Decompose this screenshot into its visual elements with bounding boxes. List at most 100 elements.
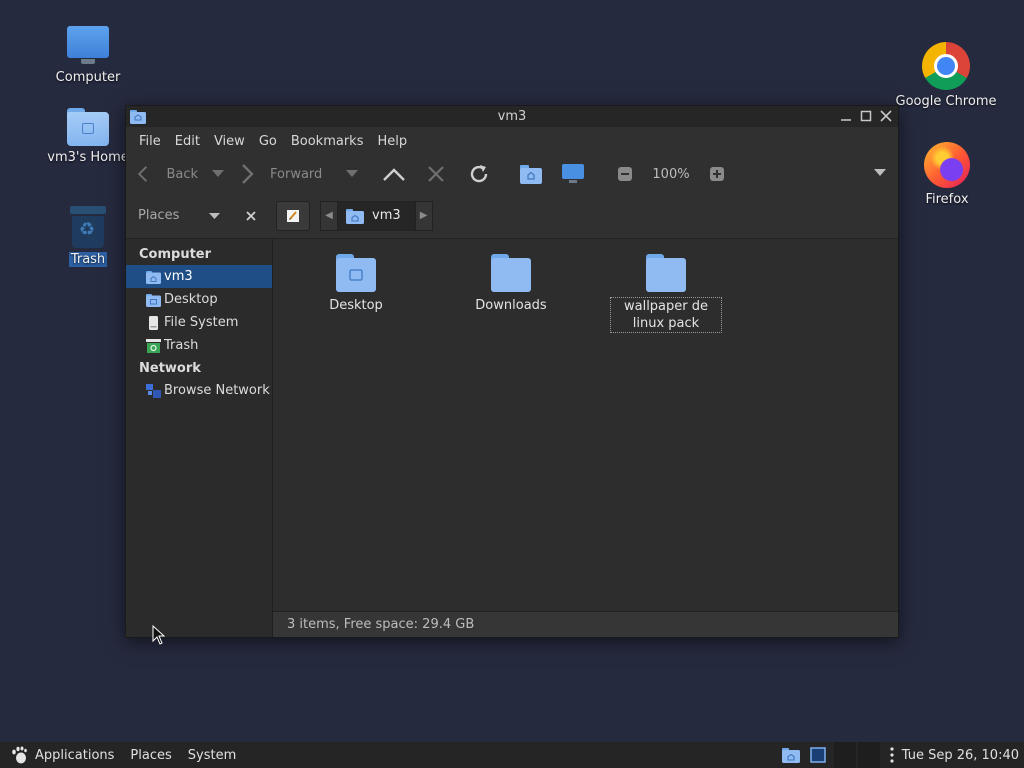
zoom-level: 100%	[652, 166, 690, 182]
firefox-icon	[924, 142, 970, 188]
file-item[interactable]: Desktop	[300, 251, 412, 314]
stop-icon	[428, 166, 444, 182]
file-name: Downloads	[475, 298, 547, 313]
breadcrumb-scroll-left[interactable]: ◀	[320, 200, 338, 231]
drive-icon	[149, 315, 158, 330]
sidebar-item-browse-network[interactable]: Browse Network	[126, 379, 272, 402]
home-folder-icon	[346, 208, 364, 224]
clock[interactable]: Tue Sep 26, 10:40	[898, 748, 1024, 763]
places-sidebar: Computer vm3 Desktop File System Trash N…	[126, 239, 273, 637]
close-button[interactable]	[877, 107, 894, 125]
network-icon	[146, 383, 161, 398]
breadcrumb-vm3[interactable]: vm3	[338, 200, 415, 231]
tray-menu-button[interactable]	[880, 747, 898, 763]
desktop-icon-home[interactable]: vm3's Home	[38, 106, 138, 165]
status-bar: 3 items, Free space: 29.4 GB	[273, 611, 898, 637]
desktop-icon-trash[interactable]: Trash	[38, 206, 138, 267]
menu-help[interactable]: Help	[370, 134, 414, 149]
location-bar: Places ◀ vm3 ▶	[126, 193, 898, 239]
toolbar-overflow-button[interactable]	[874, 169, 886, 177]
sidebar-item-label: Desktop	[164, 292, 218, 307]
forward-history-dropdown[interactable]	[338, 170, 366, 178]
stop-button[interactable]	[416, 165, 456, 183]
back-button[interactable]: Back	[136, 163, 198, 185]
applications-menu[interactable]: Applications	[0, 746, 122, 764]
desktop-icon-firefox[interactable]: Firefox	[897, 142, 997, 207]
workspace-2[interactable]	[857, 742, 880, 768]
home-button[interactable]	[510, 164, 552, 184]
zoom-out-button[interactable]	[606, 166, 644, 182]
up-arrow-icon	[383, 168, 405, 181]
desktop-folder-icon	[146, 293, 161, 307]
computer-button[interactable]	[552, 164, 594, 184]
file-item[interactable]: wallpaper de linux pack	[610, 251, 722, 333]
reload-button[interactable]	[456, 162, 502, 186]
up-button[interactable]	[372, 166, 416, 182]
sidebar-item-desktop[interactable]: Desktop	[126, 288, 272, 311]
forward-button[interactable]: Forward	[238, 163, 338, 185]
desktop-icon-label: Google Chrome	[895, 94, 997, 109]
desktop-icon-chrome[interactable]: Google Chrome	[896, 42, 996, 109]
reload-icon	[470, 165, 488, 183]
forward-arrow-icon	[242, 164, 254, 184]
home-folder-icon	[130, 110, 146, 124]
menu-edit[interactable]: Edit	[168, 134, 207, 149]
desktop-icon-label: Firefox	[925, 192, 969, 207]
sidebar-item-label: Browse Network	[164, 383, 270, 398]
places-menu[interactable]: Places	[122, 748, 179, 763]
home-folder-icon	[781, 748, 800, 763]
close-icon	[879, 110, 892, 122]
minimize-button[interactable]	[837, 107, 854, 125]
sidebar-heading-computer: Computer	[139, 247, 212, 262]
close-sidebar-icon[interactable]	[246, 210, 256, 221]
desktop-folder-icon	[336, 254, 376, 292]
chevron-down-icon	[212, 170, 224, 177]
file-view[interactable]: Desktop Downloads wallpaper de linux pac…	[273, 239, 898, 637]
back-history-dropdown[interactable]	[198, 170, 238, 178]
back-label: Back	[166, 166, 198, 182]
menu-bar: File Edit View Go Bookmarks Help	[126, 127, 898, 155]
trash-icon	[146, 338, 161, 353]
menu-view[interactable]: View	[207, 134, 252, 149]
minimize-icon	[840, 119, 851, 121]
menu-bookmarks[interactable]: Bookmarks	[284, 134, 371, 149]
workspace-1[interactable]	[833, 742, 856, 768]
task-file-manager[interactable]	[778, 747, 804, 763]
file-item[interactable]: Downloads	[455, 251, 567, 314]
places-selector[interactable]: Places	[126, 193, 272, 239]
menu-file[interactable]: File	[132, 134, 168, 149]
desktop-icon-computer[interactable]: Computer	[38, 26, 138, 85]
vertical-dots-icon	[890, 747, 894, 763]
breadcrumb-label: vm3	[372, 208, 401, 223]
file-name: Desktop	[329, 298, 383, 313]
zoom-out-icon	[618, 167, 632, 181]
sidebar-item-label: vm3	[164, 269, 193, 284]
sidebar-item-file-system[interactable]: File System	[126, 311, 272, 334]
chrome-icon	[922, 42, 970, 90]
trash-icon	[70, 206, 106, 248]
chevron-down-icon	[209, 212, 220, 219]
mouse-cursor-icon	[152, 625, 166, 645]
maximize-button[interactable]	[857, 107, 874, 125]
toggle-location-entry-button[interactable]	[276, 200, 310, 231]
zoom-in-button[interactable]	[698, 166, 736, 182]
desktop-icon-label: Computer	[55, 70, 121, 85]
chevron-down-icon	[874, 169, 886, 176]
menu-go[interactable]: Go	[252, 134, 284, 149]
system-menu[interactable]: System	[180, 748, 244, 763]
sidebar-item-label: File System	[164, 315, 239, 330]
file-name: wallpaper de linux pack	[610, 297, 722, 333]
zoom-in-icon	[710, 167, 724, 181]
taskbar: Applications Places System Tue Sep 26, 1…	[0, 742, 1024, 768]
sidebar-item-trash[interactable]: Trash	[126, 334, 272, 357]
title-bar[interactable]: vm3	[126, 106, 898, 127]
sidebar-item-vm3[interactable]: vm3	[126, 265, 272, 288]
show-desktop-button[interactable]	[804, 747, 832, 763]
sidebar-footer	[126, 611, 273, 637]
edit-icon	[287, 209, 299, 222]
sidebar-item-label: Trash	[164, 338, 199, 353]
forward-label: Forward	[270, 166, 323, 182]
file-manager-window: vm3 File Edit View Go Bookmarks Help Bac…	[125, 105, 899, 638]
computer-icon	[67, 26, 109, 66]
breadcrumb-scroll-right[interactable]: ▶	[414, 200, 433, 231]
